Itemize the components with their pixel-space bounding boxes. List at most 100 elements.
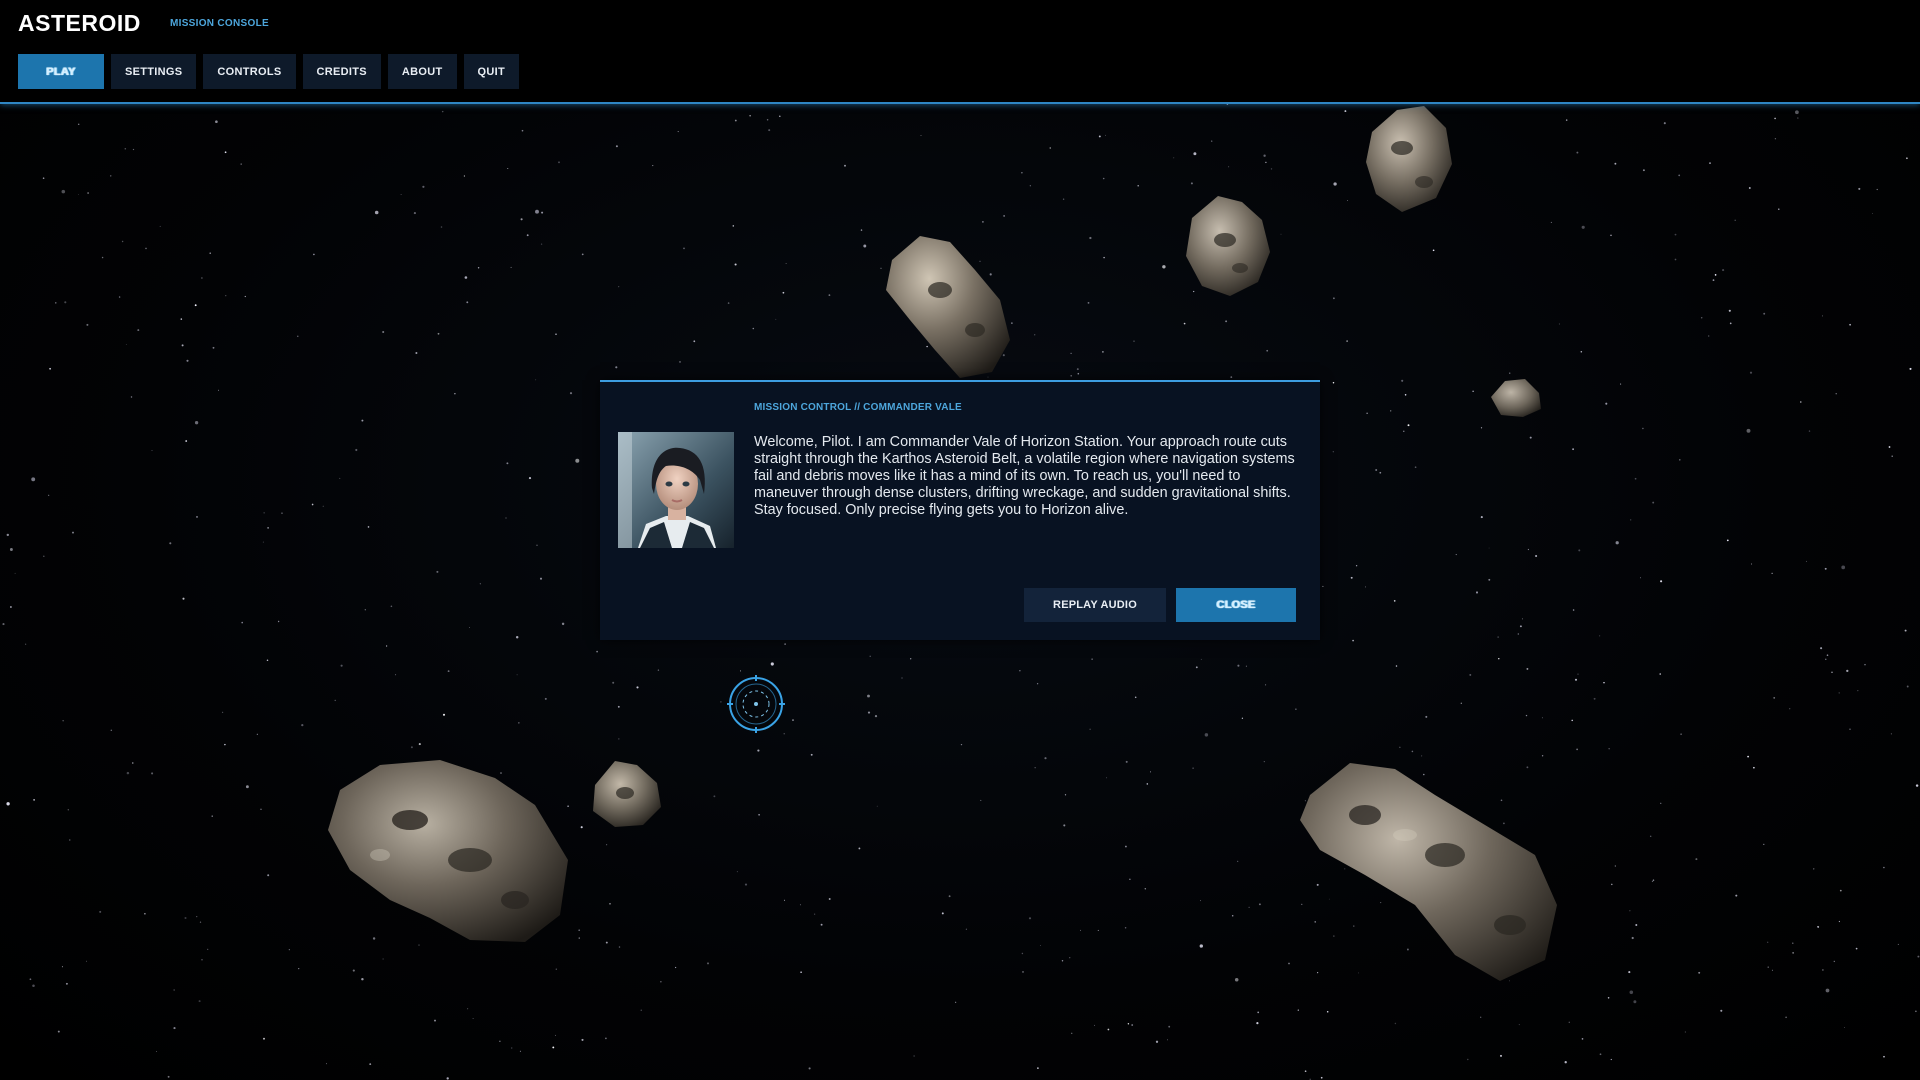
star	[1571, 719, 1573, 722]
quit-button[interactable]: QUIT	[463, 54, 520, 89]
star	[752, 327, 755, 330]
star	[1558, 323, 1560, 325]
star	[858, 847, 861, 850]
star	[510, 266, 512, 268]
star	[132, 148, 135, 151]
star	[1034, 767, 1036, 769]
star	[1333, 297, 1335, 300]
star	[1517, 633, 1519, 635]
star	[1199, 944, 1203, 948]
star	[555, 1034, 556, 1036]
star	[277, 620, 280, 623]
star	[1469, 673, 1472, 676]
star	[221, 711, 224, 713]
star	[552, 1046, 555, 1049]
star	[1767, 966, 1769, 968]
play-button[interactable]: PLAY	[18, 54, 104, 89]
star	[521, 129, 524, 132]
star	[1915, 1010, 1917, 1013]
star	[61, 966, 63, 968]
star	[618, 286, 620, 288]
about-button[interactable]: ABOUT	[387, 54, 457, 89]
star	[783, 899, 786, 901]
star	[1652, 879, 1655, 881]
star	[313, 253, 315, 256]
credits-button[interactable]: CREDITS	[302, 54, 381, 89]
star	[1824, 567, 1827, 570]
star	[395, 674, 397, 676]
star	[1070, 352, 1072, 355]
star	[1864, 663, 1866, 666]
controls-button[interactable]: CONTROLS	[203, 54, 296, 89]
star	[1076, 368, 1079, 371]
star	[555, 968, 557, 970]
star	[1401, 379, 1404, 382]
star	[49, 367, 51, 370]
star	[62, 720, 64, 722]
star	[1200, 900, 1201, 902]
settings-button[interactable]: SETTINGS	[111, 54, 197, 89]
star	[1040, 945, 1041, 947]
star	[555, 333, 557, 336]
star	[1270, 168, 1273, 170]
star	[1599, 1053, 1602, 1056]
star	[1404, 394, 1407, 396]
star	[1822, 315, 1823, 317]
star	[118, 296, 121, 298]
star	[212, 346, 215, 349]
star	[561, 622, 565, 626]
star	[1134, 696, 1137, 699]
star	[55, 302, 57, 304]
star	[1280, 233, 1282, 235]
star	[151, 450, 153, 451]
star	[519, 1050, 521, 1052]
star	[110, 175, 112, 177]
star	[605, 941, 608, 944]
star	[785, 263, 787, 264]
star	[1527, 548, 1529, 551]
star	[535, 209, 539, 214]
star	[6, 802, 10, 806]
star	[385, 645, 388, 647]
star	[1574, 678, 1578, 681]
replay-audio-button[interactable]: REPLAY AUDIO	[1024, 588, 1166, 622]
star	[1366, 412, 1368, 414]
star	[1891, 455, 1893, 457]
star	[1021, 952, 1024, 955]
star	[1835, 393, 1837, 395]
star	[784, 643, 786, 645]
star	[792, 719, 794, 721]
star	[1091, 658, 1093, 660]
star	[1684, 1031, 1686, 1033]
star	[1797, 117, 1799, 119]
star	[1265, 684, 1267, 686]
star	[225, 295, 227, 297]
star	[217, 389, 220, 391]
star	[617, 705, 620, 708]
star	[734, 119, 737, 122]
star	[1883, 1055, 1885, 1058]
star	[511, 1047, 513, 1049]
star	[263, 1037, 265, 1040]
star	[1124, 927, 1127, 929]
star	[535, 379, 537, 381]
star	[1093, 1024, 1095, 1026]
star	[1077, 372, 1080, 375]
asteroid-large-left	[328, 760, 568, 942]
star	[1106, 777, 1108, 779]
star	[1581, 1038, 1584, 1040]
star	[1234, 978, 1239, 982]
star	[941, 912, 944, 915]
star	[1411, 750, 1414, 753]
star	[201, 277, 203, 279]
star	[758, 813, 760, 816]
star	[422, 185, 425, 188]
star	[1480, 1016, 1482, 1018]
close-button[interactable]: CLOSE	[1176, 588, 1296, 622]
star	[1883, 866, 1885, 869]
star	[1266, 349, 1269, 352]
star	[1162, 265, 1166, 269]
star	[298, 967, 300, 970]
star	[506, 462, 509, 465]
star	[156, 1051, 158, 1053]
